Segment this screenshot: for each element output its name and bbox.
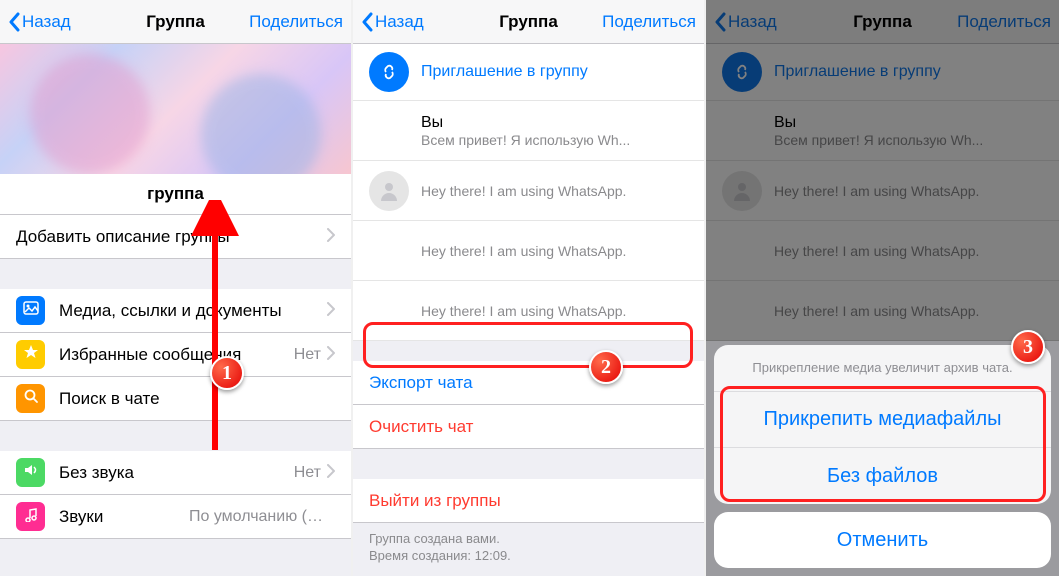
media-icon	[16, 296, 45, 325]
sheet-note: Прикрепление медиа увеличит архив чата.	[714, 345, 1051, 392]
link-icon	[369, 52, 409, 92]
search-row[interactable]: Поиск в чате	[0, 377, 351, 421]
participant-status: Hey there! I am using WhatsApp.	[421, 183, 688, 199]
mute-value: Нет	[294, 464, 321, 482]
nav-bar: Назад Группа Поделиться	[353, 0, 704, 44]
sounds-value: По умолчанию (Нот...	[189, 508, 329, 526]
chevron-right-icon	[327, 301, 335, 321]
search-icon	[16, 384, 45, 413]
attach-media-button[interactable]: Прикрепить медиафайлы	[714, 392, 1051, 448]
participant-you[interactable]: Вы Всем привет! Я использую Wh...	[353, 101, 704, 161]
search-label: Поиск в чате	[59, 389, 335, 409]
invite-label: Приглашение в группу	[421, 63, 688, 81]
cancel-label: Отменить	[837, 529, 928, 552]
clear-chat-label: Очистить чат	[369, 417, 473, 437]
chevron-right-icon	[327, 227, 335, 247]
without-files-button[interactable]: Без файлов	[714, 448, 1051, 504]
chevron-left-icon	[8, 12, 20, 32]
favorites-value: Нет	[294, 346, 321, 364]
back-button[interactable]: Назад	[361, 12, 424, 32]
participant-row[interactable]: Hey there! I am using WhatsApp.	[353, 161, 704, 221]
share-button[interactable]: Поделиться	[602, 12, 696, 32]
media-label: Медиа, ссылки и документы	[59, 301, 327, 321]
export-chat-button[interactable]: Экспорт чата	[353, 361, 704, 405]
add-description-row[interactable]: Добавить описание группы	[0, 215, 351, 259]
action-sheet: Прикрепление медиа увеличит архив чата. …	[714, 345, 1051, 568]
music-icon	[16, 502, 45, 531]
favorites-label: Избранные сообщения	[59, 345, 294, 365]
participant-status: Всем привет! Я использую Wh...	[421, 132, 688, 148]
screen-3-action-sheet: Назад Группа Поделиться Приглашение в гр…	[706, 0, 1059, 576]
chevron-right-icon	[327, 463, 335, 483]
sounds-row[interactable]: Звуки По умолчанию (Нот...	[0, 495, 351, 539]
screen-1-group-info: Назад Группа Поделиться группа Добавить …	[0, 0, 353, 576]
participant-row[interactable]: Hey there! I am using WhatsApp.	[353, 221, 704, 281]
invite-link-row[interactable]: Приглашение в группу	[353, 44, 704, 101]
group-header-image[interactable]	[0, 44, 351, 174]
avatar-icon	[369, 171, 409, 211]
footer-line2: Время создания: 12:09.	[369, 548, 688, 565]
leave-group-button[interactable]: Выйти из группы	[353, 479, 704, 523]
chevron-right-icon	[327, 345, 335, 365]
mute-label: Без звука	[59, 463, 294, 483]
back-button[interactable]: Назад	[8, 12, 71, 32]
add-description-label: Добавить описание группы	[16, 227, 327, 247]
speaker-icon	[16, 458, 45, 487]
sheet-options-group: Прикрепление медиа увеличит архив чата. …	[714, 345, 1051, 504]
participant-name: Вы	[421, 114, 688, 132]
participant-row[interactable]: Hey there! I am using WhatsApp.	[353, 281, 704, 341]
participant-status: Hey there! I am using WhatsApp.	[421, 243, 688, 259]
chevron-left-icon	[361, 12, 373, 32]
back-label: Назад	[22, 12, 71, 32]
mute-row[interactable]: Без звука Нет	[0, 451, 351, 495]
footer-line1: Группа создана вами.	[369, 531, 688, 548]
nav-bar: Назад Группа Поделиться	[0, 0, 351, 44]
share-button[interactable]: Поделиться	[249, 12, 343, 32]
clear-chat-button[interactable]: Очистить чат	[353, 405, 704, 449]
group-name-label: группа	[0, 174, 351, 215]
star-icon	[16, 340, 45, 369]
export-chat-label: Экспорт чата	[369, 373, 473, 393]
footer-note: Группа создана вами. Время создания: 12:…	[353, 523, 704, 573]
participant-status: Hey there! I am using WhatsApp.	[421, 303, 688, 319]
leave-group-label: Выйти из группы	[369, 491, 501, 511]
back-label: Назад	[375, 12, 424, 32]
without-files-label: Без файлов	[827, 465, 938, 488]
media-row[interactable]: Медиа, ссылки и документы	[0, 289, 351, 333]
screen-2-group-actions: Назад Группа Поделиться Приглашение в гр…	[353, 0, 706, 576]
sounds-label: Звуки	[59, 507, 189, 527]
cancel-button[interactable]: Отменить	[714, 512, 1051, 568]
favorites-row[interactable]: Избранные сообщения Нет	[0, 333, 351, 377]
attach-media-label: Прикрепить медиафайлы	[764, 408, 1002, 431]
